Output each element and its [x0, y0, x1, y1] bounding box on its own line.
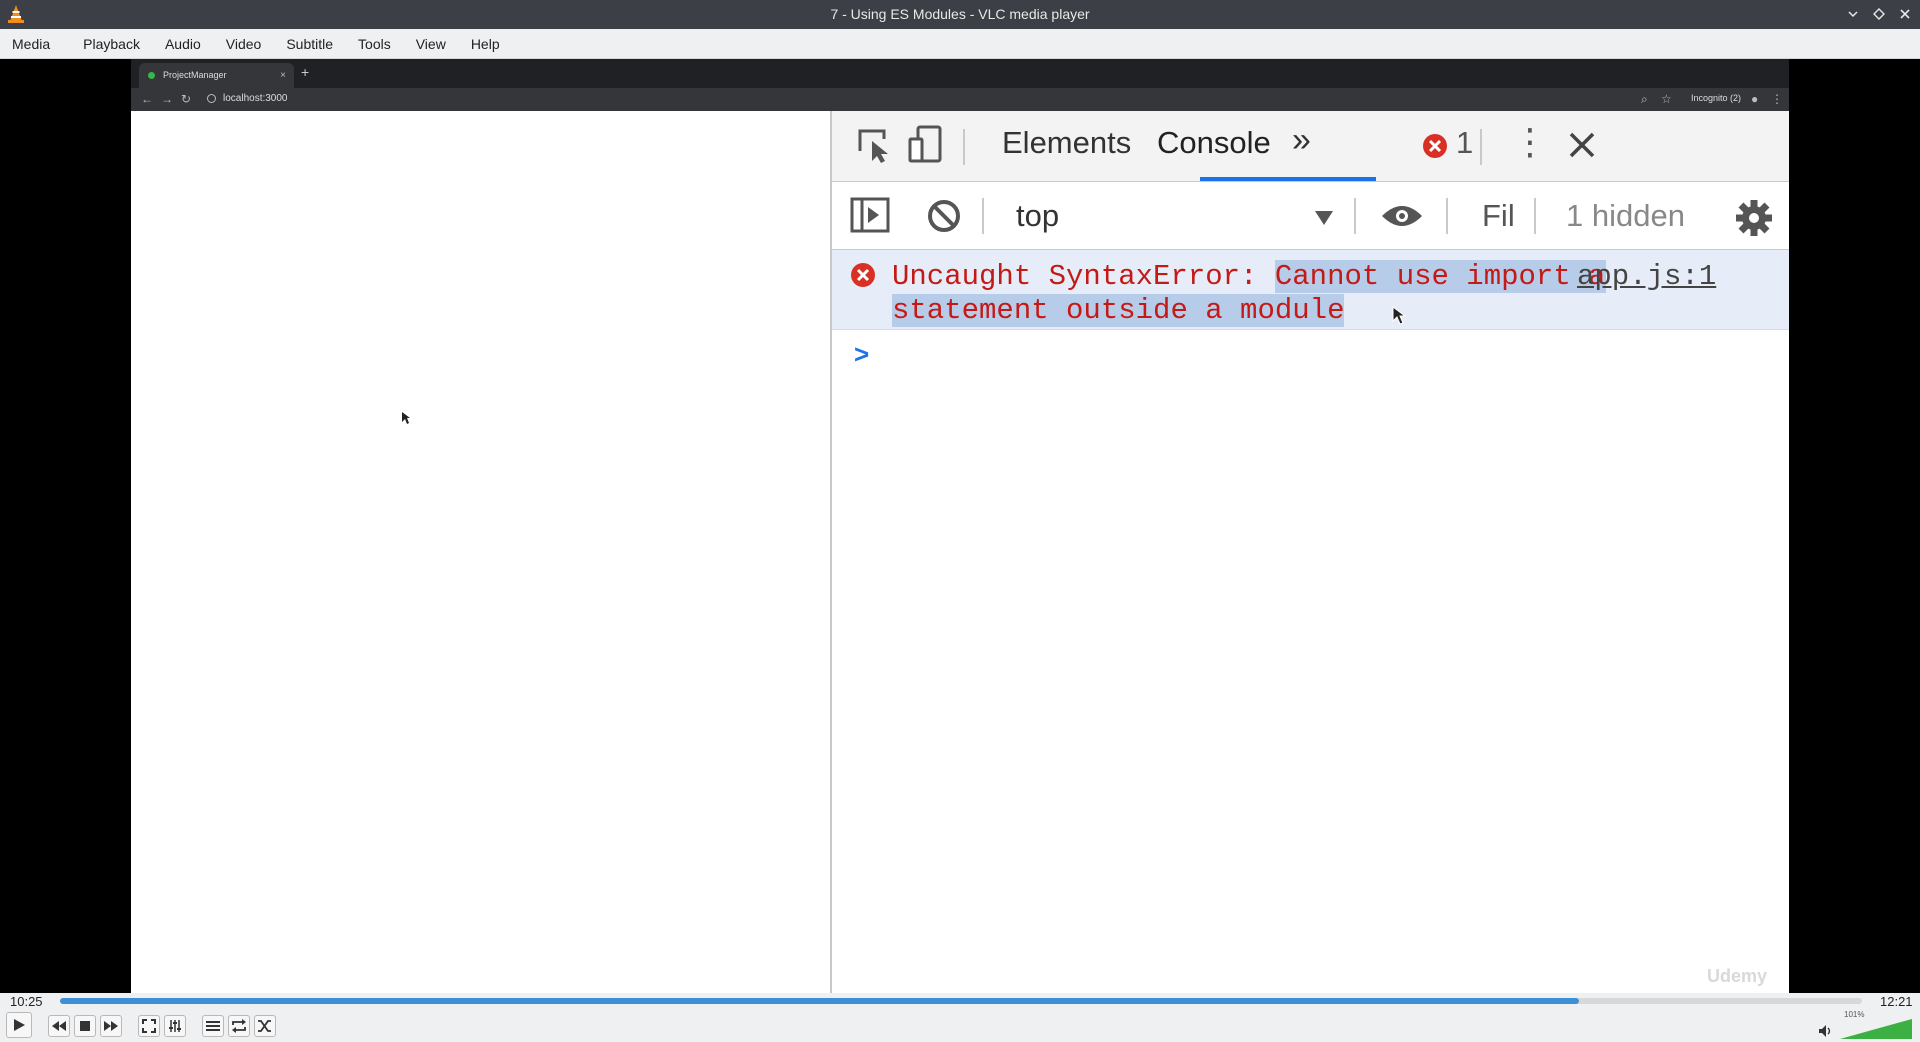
zoom-icon: ⌕ — [1641, 92, 1648, 106]
dropdown-arrow-icon[interactable] — [1314, 210, 1334, 226]
inspect-element-icon — [858, 129, 888, 163]
menu-media[interactable]: Media — [4, 29, 58, 59]
minimize-button[interactable] — [1844, 4, 1862, 24]
menu-dots-icon: ⋮ — [1771, 92, 1783, 106]
window-title: 7 - Using ES Modules - VLC media player — [830, 6, 1090, 22]
back-arrow-icon: ← — [141, 92, 153, 106]
error-highlight: Cannot use import a — [1274, 260, 1606, 293]
title-bar: 7 - Using ES Modules - VLC media player — [0, 0, 1920, 29]
eye-icon[interactable] — [1380, 202, 1424, 230]
mouse-cursor-icon — [402, 412, 410, 424]
close-icon — [1900, 9, 1910, 19]
total-time[interactable]: 12:21 — [1880, 994, 1913, 1009]
active-tab-indicator — [1200, 177, 1376, 181]
context-selector[interactable]: top — [1016, 198, 1059, 234]
seek-slider[interactable] — [60, 998, 1862, 1004]
stop-icon — [80, 1021, 90, 1031]
loop-button[interactable] — [228, 1015, 250, 1037]
browser-tab: ProjectManager × — [139, 63, 294, 88]
loop-icon — [232, 1019, 246, 1033]
skip-back-icon — [52, 1021, 66, 1031]
tab-console[interactable]: Console — [1157, 125, 1271, 161]
incognito-label: Incognito (2) — [1691, 93, 1742, 103]
maximize-icon — [1873, 8, 1885, 20]
more-tabs-icon[interactable]: » — [1292, 121, 1311, 160]
video-area[interactable]: ProjectManager × + ← → ↻ localhost:3000 … — [0, 59, 1920, 993]
console-prompt[interactable]: > — [854, 339, 869, 370]
new-tab-icon: + — [301, 64, 310, 80]
gear-icon[interactable] — [1734, 198, 1774, 238]
error-text: Uncaught SyntaxError: Cannot use import … — [892, 260, 1606, 328]
close-devtools-icon[interactable] — [1568, 131, 1596, 159]
extended-settings-button[interactable] — [164, 1015, 186, 1037]
hidden-count: 1 hidden — [1566, 198, 1685, 233]
previous-button[interactable] — [48, 1015, 70, 1037]
maximize-button[interactable] — [1870, 4, 1888, 24]
volume-level — [1840, 1019, 1912, 1039]
menu-video[interactable]: Video — [218, 29, 270, 59]
web-page-blank — [131, 111, 830, 993]
video-frame: ProjectManager × + ← → ↻ localhost:3000 … — [131, 59, 1789, 993]
error-badge-icon — [1423, 134, 1447, 158]
error-icon — [851, 263, 875, 287]
devtools-menu-icon[interactable]: ⋮ — [1512, 121, 1548, 163]
console-error-message[interactable]: Uncaught SyntaxError: Cannot use import … — [832, 250, 1789, 330]
chevron-down-icon — [1848, 11, 1858, 18]
clear-console-icon[interactable] — [926, 198, 962, 234]
menu-bar: Media Playback Audio Video Subtitle Tool… — [0, 29, 1920, 59]
menu-view[interactable]: View — [408, 29, 454, 59]
next-button[interactable] — [100, 1015, 122, 1037]
console-toolbar: top Fil 1 hidden — [832, 182, 1789, 250]
speaker-icon[interactable] — [1818, 1024, 1834, 1038]
star-icon: ☆ — [1661, 92, 1672, 106]
close-button[interactable] — [1896, 4, 1914, 24]
info-icon — [207, 94, 216, 103]
browser-toolbar: ← → ↻ localhost:3000 ⌕ ☆ Incognito (2) ●… — [131, 88, 1789, 111]
menu-audio[interactable]: Audio — [157, 29, 209, 59]
error-count[interactable]: 1 — [1456, 125, 1473, 161]
reload-icon: ↻ — [181, 92, 192, 106]
udemy-watermark: Udemy — [1706, 966, 1767, 986]
fullscreen-button[interactable] — [138, 1015, 160, 1037]
play-button[interactable] — [6, 1012, 32, 1038]
playlist-icon — [206, 1021, 220, 1031]
filter-input[interactable]: Fil — [1482, 198, 1515, 234]
avatar-icon: ● — [1751, 92, 1759, 106]
seek-row: 10:25 12:21 — [0, 993, 1920, 1009]
volume-percent: 101% — [1844, 1010, 1865, 1019]
device-toolbar-icon — [908, 125, 942, 163]
tab-elements[interactable]: Elements — [1002, 125, 1131, 161]
favicon-icon — [148, 72, 155, 79]
error-line-2: statement outside a module — [892, 294, 1345, 327]
source-link[interactable]: app.js:1 — [1577, 260, 1716, 294]
browser-tab-strip: ProjectManager × + — [131, 59, 1789, 88]
seek-progress — [60, 998, 1580, 1004]
shuffle-icon — [258, 1020, 271, 1032]
control-bar — [0, 1009, 1920, 1042]
fullscreen-icon — [142, 1019, 156, 1033]
vlc-window: 7 - Using ES Modules - VLC media player … — [0, 0, 1920, 1042]
devtools-tabbar: Elements Console » 1 ⋮ — [832, 111, 1789, 182]
mouse-cursor-icon — [1392, 306, 1406, 325]
devtools-panel: Elements Console » 1 ⋮ top Fil 1 hidden … — [830, 111, 1789, 993]
menu-playback[interactable]: Playback — [75, 29, 148, 59]
url-text: localhost:3000 — [223, 93, 288, 104]
menu-subtitle[interactable]: Subtitle — [278, 29, 341, 59]
play-icon — [14, 1019, 25, 1031]
tab-close-icon: × — [280, 70, 286, 81]
forward-arrow-icon: → — [161, 92, 173, 106]
skip-forward-icon — [104, 1021, 118, 1031]
playlist-button[interactable] — [202, 1015, 224, 1037]
shuffle-button[interactable] — [254, 1015, 276, 1037]
volume-slider[interactable] — [1840, 1019, 1912, 1039]
menu-tools[interactable]: Tools — [350, 29, 399, 59]
elapsed-time[interactable]: 10:25 — [10, 994, 43, 1009]
browser-tab-title: ProjectManager — [163, 70, 227, 80]
equalizer-icon — [169, 1020, 181, 1032]
error-prefix: Uncaught SyntaxError: — [892, 260, 1275, 293]
sidebar-toggle-icon[interactable] — [850, 197, 890, 233]
stop-button[interactable] — [74, 1015, 96, 1037]
menu-help[interactable]: Help — [463, 29, 508, 59]
